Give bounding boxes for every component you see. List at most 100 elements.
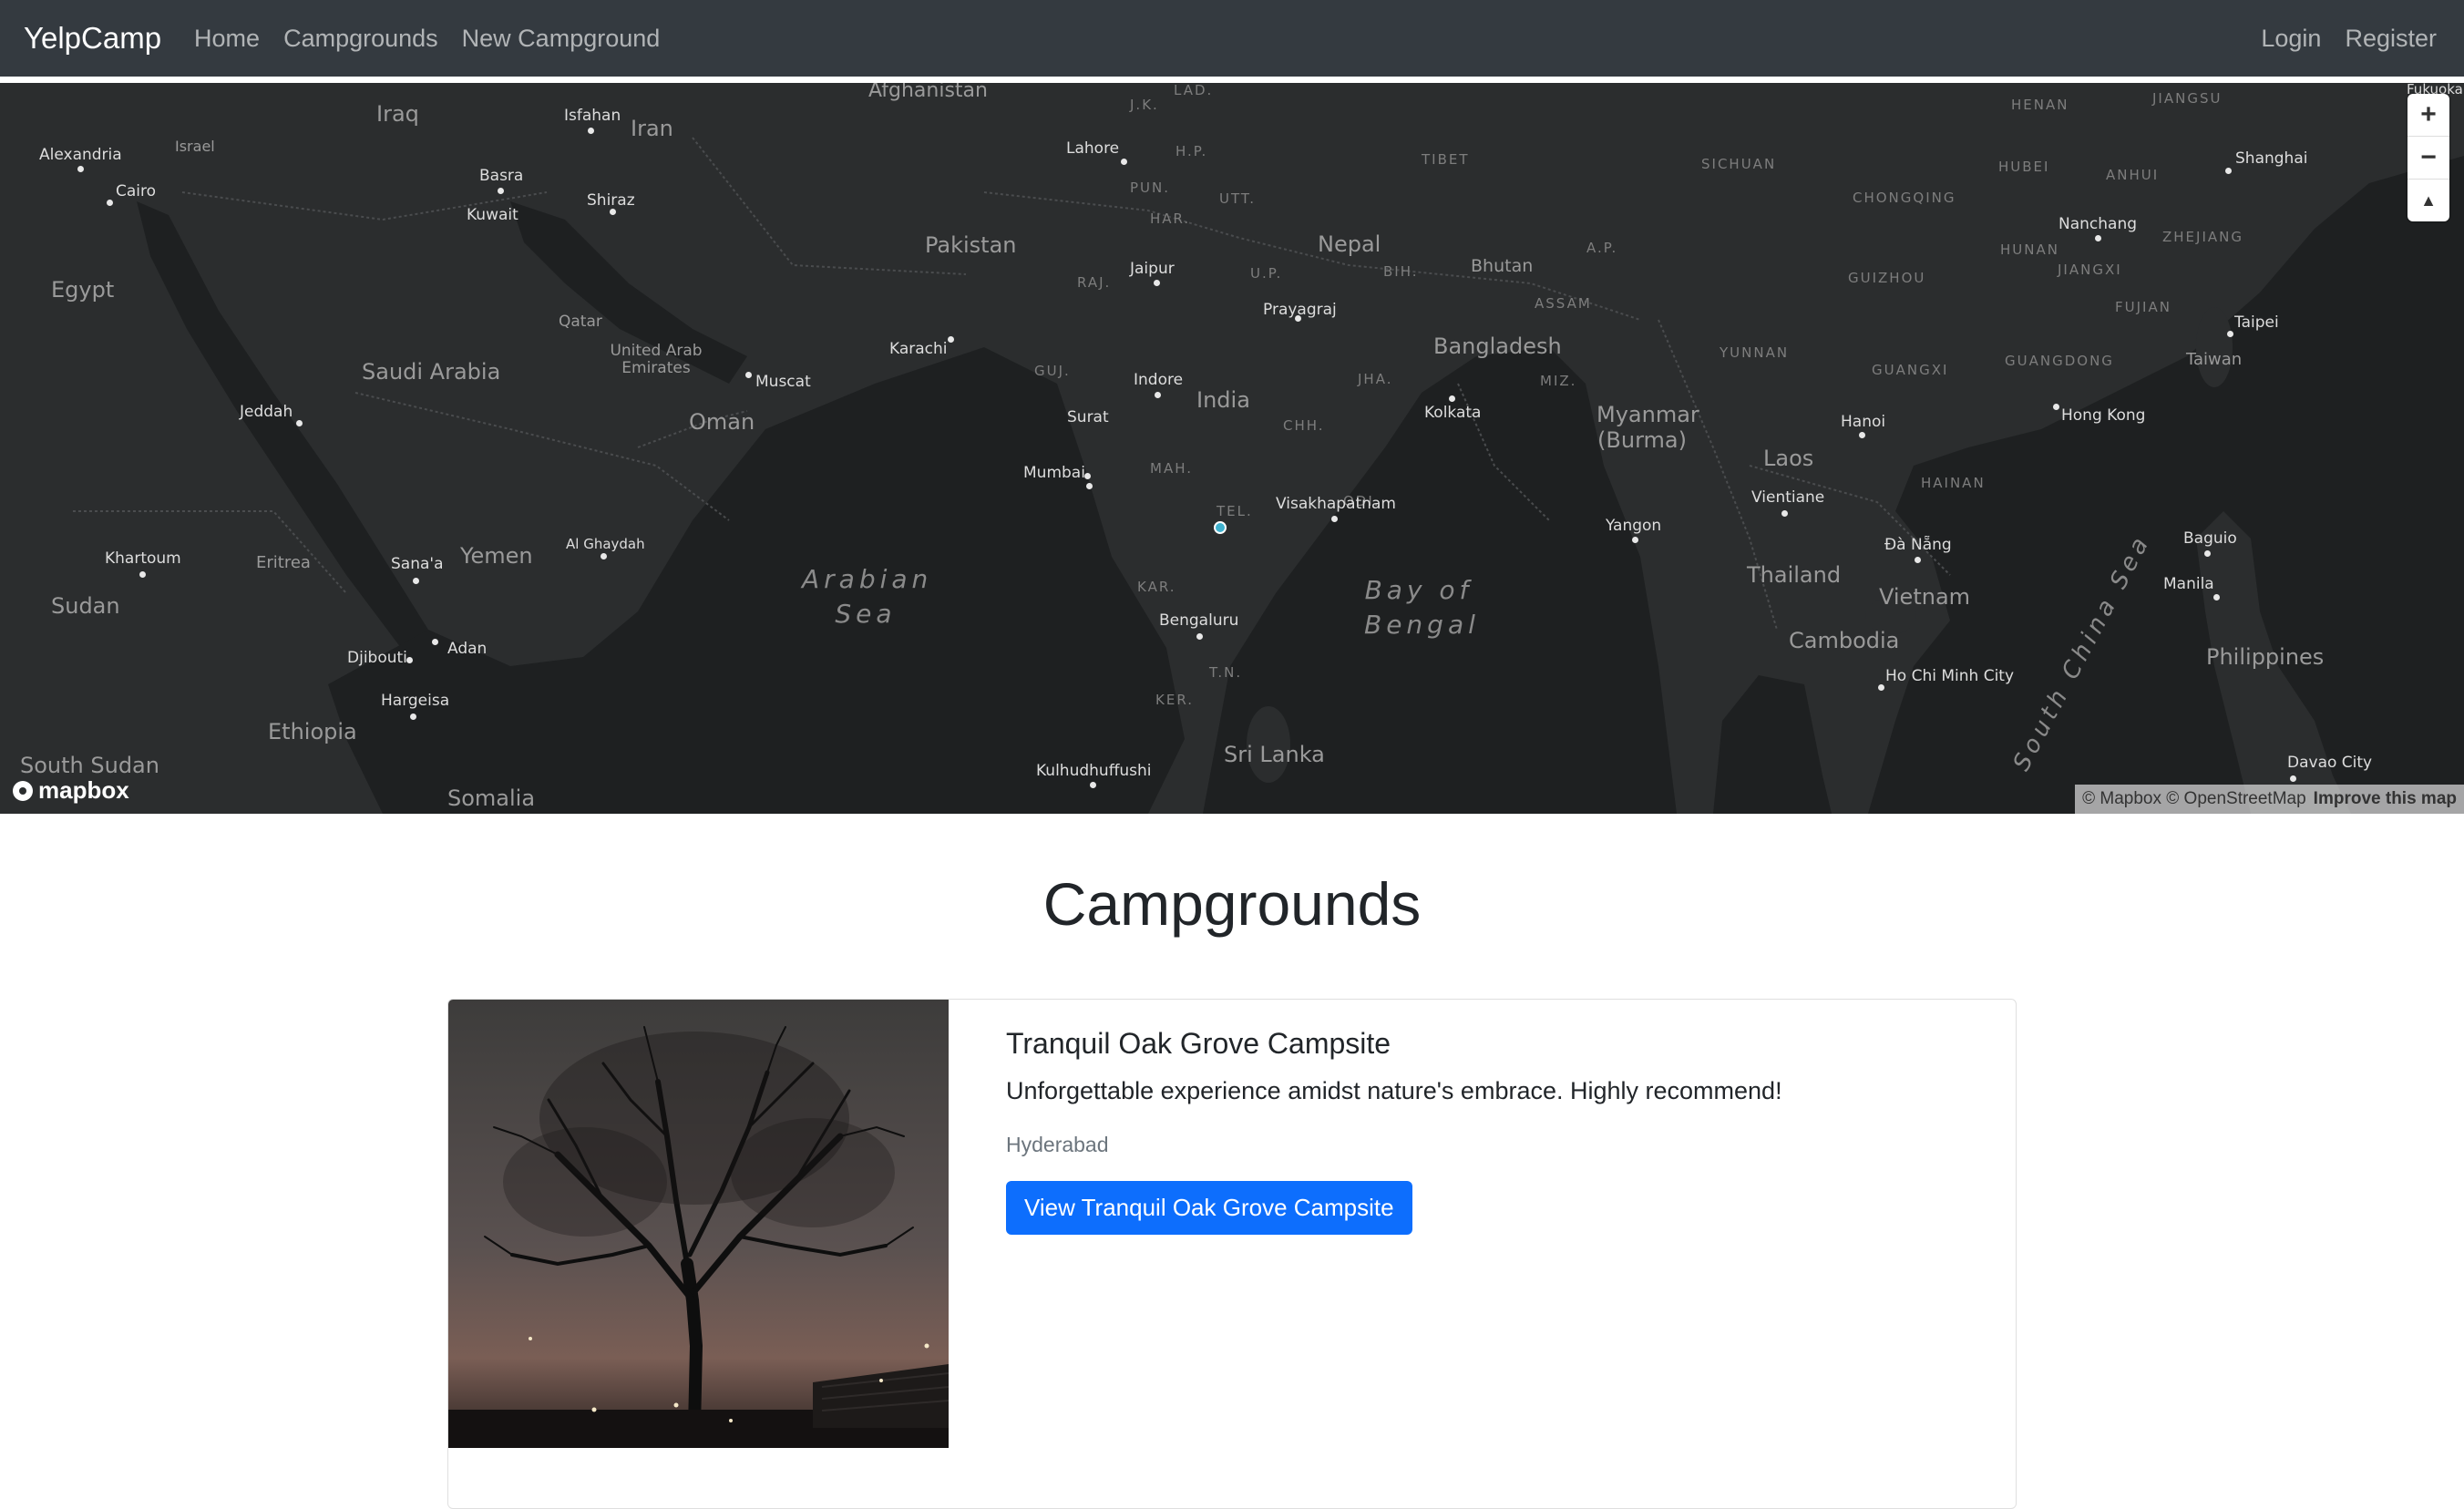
map-label-taiwan: Taiwan (2186, 350, 2243, 369)
map-region-tn: T.N. (1209, 664, 1243, 681)
map-label-qatar: Qatar (559, 313, 602, 331)
cluster-map[interactable]: Iraq Iran Afghanistan Egypt Pakistan Nep… (0, 83, 2464, 814)
map-city-label: Bengaluru (1159, 611, 1239, 630)
map-region-tel: TEL. (1217, 503, 1253, 519)
campground-card-body: Tranquil Oak Grove Campsite Unforgettabl… (1006, 1027, 1782, 1235)
map-label-india: India (1196, 387, 1250, 413)
map-region-hunan: HUNAN (2000, 241, 2059, 258)
map-label-thailand: Thailand (1747, 562, 1842, 588)
attribution-text[interactable]: © Mapbox © OpenStreetMap (2082, 789, 2306, 809)
map-region-jiangxi: JIANGXI (2058, 262, 2122, 278)
map-region-jk: J.K. (1130, 97, 1159, 113)
city-dot (1155, 392, 1161, 398)
campground-description: Unforgettable experience amidst nature's… (1006, 1077, 1782, 1104)
map-city-label: Djibouti (347, 649, 407, 667)
map-label-sri-lanka: Sri Lanka (1224, 742, 1325, 767)
map-city-label: Basra (479, 167, 524, 185)
map-city-label: Ho Chi Minh City (1885, 667, 2015, 685)
map-label-yemen: Yemen (460, 543, 533, 569)
map-label-oman: Oman (689, 409, 755, 435)
map-region-raj: RAJ. (1077, 274, 1112, 291)
map-city-label: Hargeisa (381, 692, 450, 710)
map-label-eritrea: Eritrea (256, 553, 311, 572)
city-dot (1196, 633, 1203, 640)
nav-home[interactable]: Home (194, 25, 260, 53)
nav-campgrounds[interactable]: Campgrounds (283, 25, 438, 53)
map-label-bhutan: Bhutan (1471, 256, 1534, 276)
mapbox-logo-icon (13, 780, 33, 801)
map-region-kar: KAR. (1137, 579, 1176, 595)
map-city-label: Kuwait (467, 206, 518, 224)
brand-logo[interactable]: YelpCamp (24, 21, 161, 56)
page-title: Campgrounds (1042, 870, 1422, 938)
city-dot (1154, 280, 1160, 286)
city-dot (1086, 483, 1093, 489)
map-label-israel: Israel (175, 138, 215, 155)
map-city-label: Adan (447, 640, 488, 658)
map-city-label: Sana'a (391, 555, 444, 573)
campground-card: Tranquil Oak Grove Campsite Unforgettabl… (447, 999, 2017, 1509)
map-region-henan: HENAN (2011, 97, 2069, 113)
map-region-har: HAR. (1150, 210, 1191, 227)
city-dot (745, 372, 752, 378)
map-city-label: Manila (2163, 575, 2214, 593)
city-dot (588, 128, 594, 134)
map-city-label: Khartoum (105, 549, 181, 568)
city-dot (1331, 516, 1338, 522)
map-city-label: Đà Nẵng (1884, 536, 1952, 554)
city-dot (432, 639, 438, 645)
map-region-utt: UTT. (1219, 190, 1257, 207)
map-city-label: Jaipur (1130, 260, 1175, 278)
map-label-iraq: Iraq (376, 101, 419, 127)
map-region-yunnan: YUNNAN (1720, 344, 1790, 361)
mapbox-logo-text: mapbox (38, 776, 129, 804)
map-city-label: Davao City (2287, 754, 2373, 772)
zoom-in-button[interactable]: + (2408, 94, 2449, 137)
map-label-laos: Laos (1763, 446, 1814, 471)
map-region-guizhou: GUIZHOU (1848, 270, 1926, 286)
city-dot (2213, 594, 2220, 601)
map-label-pakistan: Pakistan (925, 232, 1017, 258)
map-city-label: Visakhapatnam (1276, 495, 1396, 513)
city-dot (1859, 432, 1865, 438)
nav-new-campground[interactable]: New Campground (462, 25, 661, 53)
map-city-label: Kolkata (1424, 404, 1482, 422)
view-campground-button[interactable]: View Tranquil Oak Grove Campsite (1006, 1181, 1412, 1235)
map-region-ker: KER. (1155, 692, 1194, 708)
map-region-chongqing: CHONGQING (1853, 190, 1956, 206)
improve-map-link[interactable]: Improve this map (2314, 789, 2457, 809)
city-dot (1915, 557, 1921, 563)
city-dot (410, 713, 416, 720)
city-dot (1781, 510, 1788, 517)
navbar: YelpCamp Home Campgrounds New Campground… (0, 0, 2464, 77)
city-dot (2225, 168, 2232, 174)
map-region-ap-ne: A.P. (1586, 240, 1618, 256)
city-dot (2053, 404, 2059, 410)
city-dot (107, 200, 113, 206)
map-region-sichuan: SICHUAN (1701, 156, 1777, 172)
map-city-label: Shanghai (2235, 149, 2308, 168)
map-label-somalia: Somalia (447, 785, 536, 811)
city-dot (2095, 235, 2101, 241)
map-region-guj: GUJ. (1034, 363, 1071, 379)
compass-button[interactable]: ▲ (2408, 180, 2449, 221)
map-city-label: Taipei (2234, 313, 2279, 332)
map-navigation-controls: + − ▲ (2408, 94, 2449, 221)
city-dot (1121, 159, 1127, 165)
map-label-sudan: Sudan (51, 593, 120, 619)
map-label-afghanistan: Afghanistan (868, 83, 988, 102)
zoom-out-button[interactable]: − (2408, 137, 2449, 180)
map-attribution: © Mapbox © OpenStreetMap Improve this ma… (2075, 785, 2464, 814)
nav-register[interactable]: Register (2345, 25, 2437, 53)
mapbox-logo[interactable]: mapbox (13, 776, 129, 805)
map-region-chh: CHH. (1283, 417, 1325, 434)
map-region-hp: H.P. (1176, 143, 1208, 159)
map-city-label: Al Ghaydah (566, 536, 645, 552)
city-dot (1449, 395, 1455, 402)
city-dot (413, 578, 419, 584)
nav-login[interactable]: Login (2261, 25, 2321, 53)
map-city-label: Karachi (889, 340, 948, 358)
map-region-assam: ASSAM (1535, 295, 1592, 312)
map-city-label: Lahore (1066, 139, 1120, 158)
campground-marker[interactable] (1214, 521, 1227, 534)
